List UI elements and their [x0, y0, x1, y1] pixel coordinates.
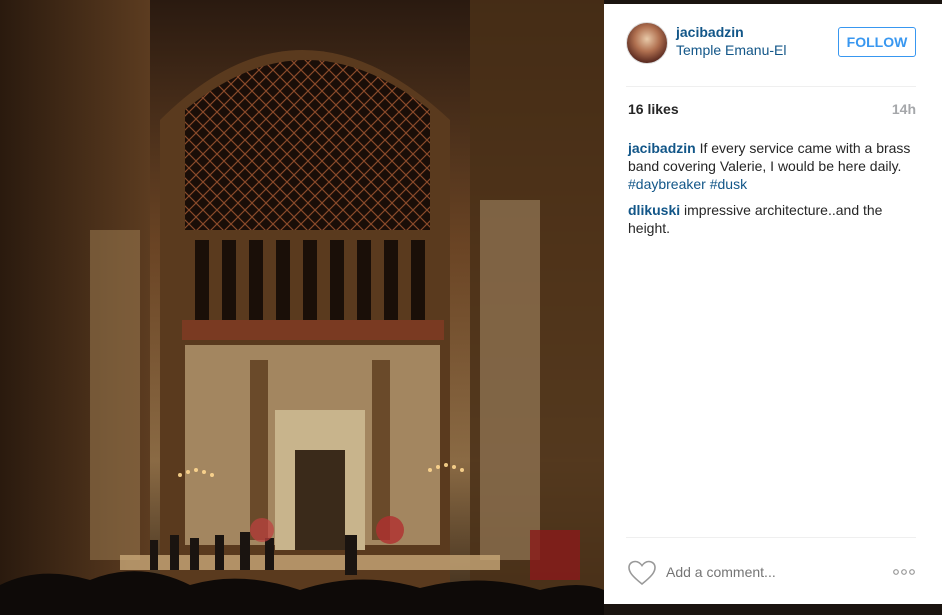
- hashtag-link[interactable]: #daybreaker: [628, 176, 706, 192]
- post-header: jacibadzin Temple Emanu-El FOLLOW: [626, 22, 916, 87]
- heart-icon[interactable]: [628, 560, 656, 586]
- post-timestamp[interactable]: 14h: [892, 101, 916, 117]
- photo-image: [0, 0, 604, 615]
- comment-username[interactable]: dlikuski: [628, 202, 680, 218]
- post-username[interactable]: jacibadzin: [676, 24, 744, 40]
- more-options-icon[interactable]: [892, 568, 916, 576]
- post-details-panel: jacibadzin Temple Emanu-El FOLLOW 16 lik…: [604, 4, 942, 604]
- comment-username[interactable]: jacibadzin: [628, 140, 696, 156]
- likes-count[interactable]: 16 likes: [628, 101, 679, 117]
- post-location[interactable]: Temple Emanu-El: [676, 42, 787, 58]
- comment-footer: [626, 537, 916, 598]
- avatar[interactable]: [626, 22, 668, 64]
- add-comment-input[interactable]: [666, 564, 866, 580]
- comments-list: jacibadzin If every service came with a …: [628, 139, 912, 245]
- comment-item: dlikuski impressive architecture..and th…: [628, 201, 912, 237]
- comment-item: jacibadzin If every service came with a …: [628, 139, 912, 193]
- post-meta: 16 likes 14h: [628, 101, 916, 121]
- follow-button[interactable]: FOLLOW: [838, 27, 916, 57]
- hashtag-link[interactable]: #dusk: [710, 176, 747, 192]
- post-photo[interactable]: [0, 0, 604, 615]
